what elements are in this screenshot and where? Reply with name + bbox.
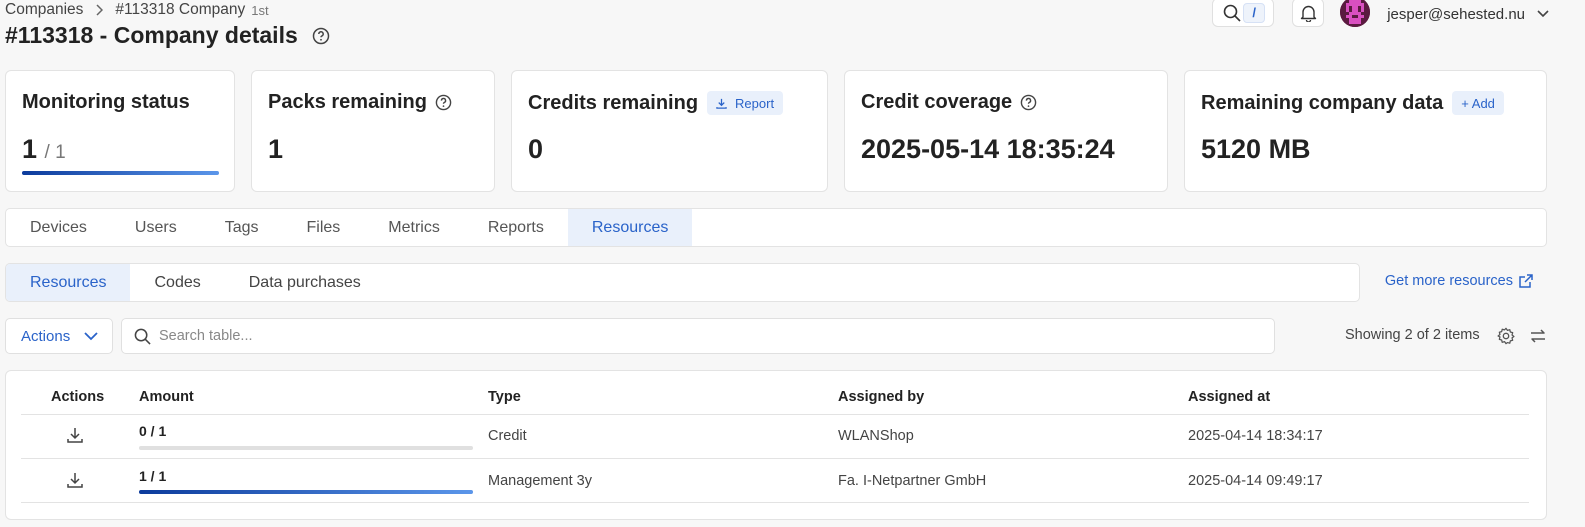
- header-divider: [21, 414, 1529, 415]
- packs-remaining-card: Packs remaining 1: [251, 70, 495, 192]
- page-title-text: #113318 - Company details: [5, 22, 298, 48]
- remaining-data-card: Remaining company data + Add 5120 MB: [1184, 70, 1547, 192]
- external-link-icon: [1519, 274, 1533, 288]
- topbar: / jesper@sehested.nu: [1212, 0, 1549, 28]
- tab-users[interactable]: Users: [111, 209, 201, 246]
- search-icon: [1223, 4, 1241, 22]
- monitoring-progress-bar: [22, 171, 219, 175]
- card-value: 5120 MB: [1201, 134, 1311, 164]
- card-value: 0: [528, 134, 544, 164]
- card-title: Packs remaining: [268, 91, 452, 114]
- card-title: Credit coverage: [861, 91, 1037, 114]
- monitoring-value: 1: [22, 134, 38, 164]
- get-more-resources-label: Get more resources: [1384, 273, 1513, 289]
- card-value: 2025-05-14 18:35:24: [861, 134, 1115, 164]
- tab-files[interactable]: Files: [282, 209, 364, 246]
- chevron-down-icon: [84, 331, 98, 340]
- tab-devices[interactable]: Devices: [6, 209, 111, 246]
- credit-coverage-card: Credit coverage 2025-05-14 18:35:24: [844, 70, 1168, 192]
- add-data-button[interactable]: + Add: [1452, 91, 1504, 115]
- search-icon: [134, 328, 151, 345]
- user-menu-email[interactable]: jesper@sehested.nu: [1387, 6, 1525, 23]
- breadcrumb-tag: 1st: [251, 2, 269, 18]
- row-divider: [21, 458, 1529, 459]
- row-amount: 1 / 1: [139, 468, 167, 484]
- global-search-button[interactable]: /: [1212, 0, 1275, 27]
- progress-fill: [139, 490, 473, 494]
- card-title: Monitoring status: [22, 91, 190, 113]
- get-more-resources-link[interactable]: Get more resources: [1385, 273, 1533, 289]
- card-title-text: Credit coverage: [861, 91, 1013, 113]
- report-button-label: Report: [735, 95, 775, 111]
- chevron-right-icon: [95, 4, 104, 16]
- tab-metrics[interactable]: Metrics: [364, 209, 464, 246]
- notifications-button[interactable]: [1292, 0, 1325, 27]
- breadcrumb: Companies #113318 Company 1st: [5, 0, 269, 20]
- help-icon[interactable]: [435, 94, 452, 111]
- card-value: 1: [268, 134, 284, 164]
- download-icon[interactable]: [66, 471, 84, 489]
- settings-icon[interactable]: [1497, 327, 1515, 345]
- column-header-type[interactable]: Type: [488, 389, 521, 405]
- credits-remaining-card: Credits remaining Report 0: [511, 70, 828, 192]
- items-count: Showing 2 of 2 items: [1345, 327, 1480, 343]
- card-title-text: Credits remaining: [528, 91, 699, 114]
- card-title: Remaining company data + Add: [1201, 91, 1504, 115]
- row-assigned-by: WLANShop: [838, 428, 914, 444]
- card-value: 1 / 1: [22, 134, 66, 165]
- page-title: #113318 - Company details: [5, 22, 330, 49]
- column-header-assigned-at[interactable]: Assigned at: [1188, 389, 1270, 405]
- tab-reports[interactable]: Reports: [464, 209, 568, 246]
- card-title: Credits remaining Report: [528, 91, 784, 115]
- column-header-assigned-by[interactable]: Assigned by: [838, 389, 924, 405]
- search-shortcut-key: /: [1243, 2, 1266, 23]
- subtab-data-purchases[interactable]: Data purchases: [225, 264, 385, 301]
- actions-dropdown-label: Actions: [21, 327, 71, 345]
- help-icon[interactable]: [312, 27, 330, 45]
- row-assigned-at: 2025-04-14 18:34:17: [1188, 428, 1323, 444]
- card-title-text: Packs remaining: [268, 91, 427, 113]
- breadcrumb-current: #113318 Company: [115, 1, 246, 18]
- amount-progress-bar: [139, 446, 473, 450]
- download-icon[interactable]: [66, 426, 84, 444]
- table-search: [121, 318, 1275, 354]
- row-type: Credit: [488, 428, 527, 444]
- breadcrumb-companies-link[interactable]: Companies: [5, 1, 83, 19]
- resources-table: [5, 370, 1547, 520]
- chevron-down-icon[interactable]: [1537, 10, 1549, 18]
- subtab-codes[interactable]: Codes: [130, 264, 224, 301]
- refresh-icon[interactable]: [1529, 327, 1547, 345]
- main-tabs: Devices Users Tags Files Metrics Reports…: [5, 208, 1547, 247]
- row-amount: 0 / 1: [139, 423, 167, 439]
- search-input[interactable]: [159, 328, 1159, 344]
- help-icon[interactable]: [1020, 94, 1037, 111]
- subtab-resources[interactable]: Resources: [6, 264, 131, 301]
- progress-fill: [22, 171, 219, 175]
- monitoring-status-card: Monitoring status 1 / 1: [5, 70, 235, 192]
- amount-progress-bar: [139, 490, 473, 494]
- bell-icon: [1300, 4, 1317, 22]
- row-divider: [21, 502, 1529, 503]
- monitoring-total: / 1: [44, 142, 66, 163]
- report-button[interactable]: Report: [707, 91, 784, 115]
- download-icon: [716, 98, 727, 109]
- avatar[interactable]: [1340, 0, 1371, 27]
- row-type: Management 3y: [488, 473, 592, 489]
- column-header-actions: Actions: [51, 389, 105, 405]
- row-assigned-by: Fa. I-Netpartner GmbH: [838, 473, 987, 489]
- actions-dropdown[interactable]: Actions: [5, 318, 113, 354]
- row-assigned-at: 2025-04-14 09:49:17: [1188, 473, 1323, 489]
- tab-tags[interactable]: Tags: [201, 209, 283, 246]
- column-header-amount[interactable]: Amount: [139, 389, 194, 405]
- card-title-text: Remaining company data: [1201, 91, 1444, 114]
- sub-tabs: Resources Codes Data purchases: [5, 263, 1360, 302]
- tab-resources[interactable]: Resources: [567, 209, 693, 246]
